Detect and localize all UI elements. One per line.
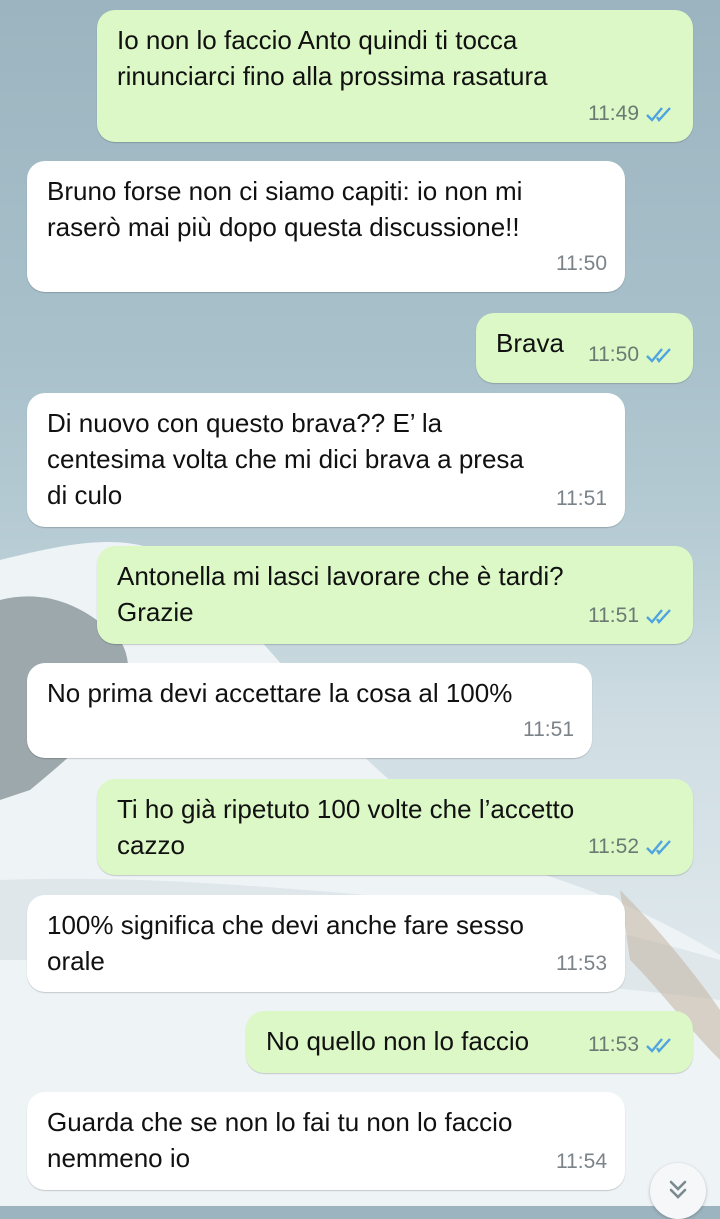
message-text: No prima devi accettare la cosa al 100% (47, 678, 513, 708)
message-meta: 11:51 (523, 712, 574, 748)
scroll-to-bottom-button[interactable] (650, 1163, 706, 1219)
message-time: 11:51 (556, 487, 607, 510)
message-bubble-incoming[interactable]: Bruno forse non ci siamo capiti: io non … (27, 161, 625, 292)
message-bubble-outgoing[interactable]: No quello non lo faccio 11:53 (246, 1011, 693, 1073)
message-bubble-incoming[interactable]: Di nuovo con questo brava?? E’ la centes… (27, 393, 625, 527)
message-text: Bruno forse non ci siamo capiti: io non … (47, 176, 523, 242)
message-meta: 11:54 (556, 1144, 607, 1180)
message-meta: 11:50 (588, 337, 675, 373)
message-meta: 11:51 (556, 481, 607, 517)
double-check-icon (646, 840, 671, 855)
message-meta: 11:51 (588, 598, 675, 634)
message-bubble-outgoing[interactable]: Antonella mi lasci lavorare che è tardi?… (97, 546, 693, 644)
message-bubble-incoming[interactable]: No prima devi accettare la cosa al 100% … (27, 663, 592, 758)
message-meta: 11:53 (556, 946, 607, 982)
message-time: 11:51 (588, 604, 639, 627)
double-check-icon (646, 107, 671, 122)
message-time: 11:49 (588, 102, 639, 125)
message-text: Guarda che se non lo fai tu non lo facci… (47, 1107, 513, 1173)
message-text: Io non lo faccio Anto quindi ti tocca ri… (117, 25, 548, 91)
message-bubble-incoming[interactable]: Guarda che se non lo fai tu non lo facci… (27, 1092, 625, 1190)
double-check-icon (646, 609, 671, 624)
message-text: Di nuovo con questo brava?? E’ la centes… (47, 408, 524, 510)
double-check-icon (646, 1038, 671, 1053)
message-meta: 11:49 (588, 96, 675, 132)
message-meta: 11:53 (588, 1027, 675, 1063)
message-time: 11:51 (523, 718, 574, 741)
message-bubble-outgoing[interactable]: Ti ho già ripetuto 100 volte che l’accet… (97, 779, 693, 875)
message-bubble-outgoing[interactable]: Brava 11:50 (476, 313, 693, 383)
message-bubble-incoming[interactable]: 100% significa che devi anche fare sesso… (27, 895, 625, 992)
double-check-icon (646, 348, 671, 363)
message-time: 11:52 (588, 835, 639, 858)
message-time: 11:53 (556, 952, 607, 975)
double-chevron-down-icon (669, 1180, 687, 1199)
message-time: 11:50 (588, 343, 639, 366)
message-time: 11:54 (556, 1150, 607, 1173)
message-meta: 11:50 (556, 246, 607, 282)
message-bubble-outgoing[interactable]: Io non lo faccio Anto quindi ti tocca ri… (97, 10, 693, 142)
message-time: 11:50 (556, 252, 607, 275)
message-text: 100% significa che devi anche fare sesso… (47, 910, 524, 976)
message-meta: 11:52 (588, 829, 675, 865)
message-time: 11:53 (588, 1033, 639, 1056)
